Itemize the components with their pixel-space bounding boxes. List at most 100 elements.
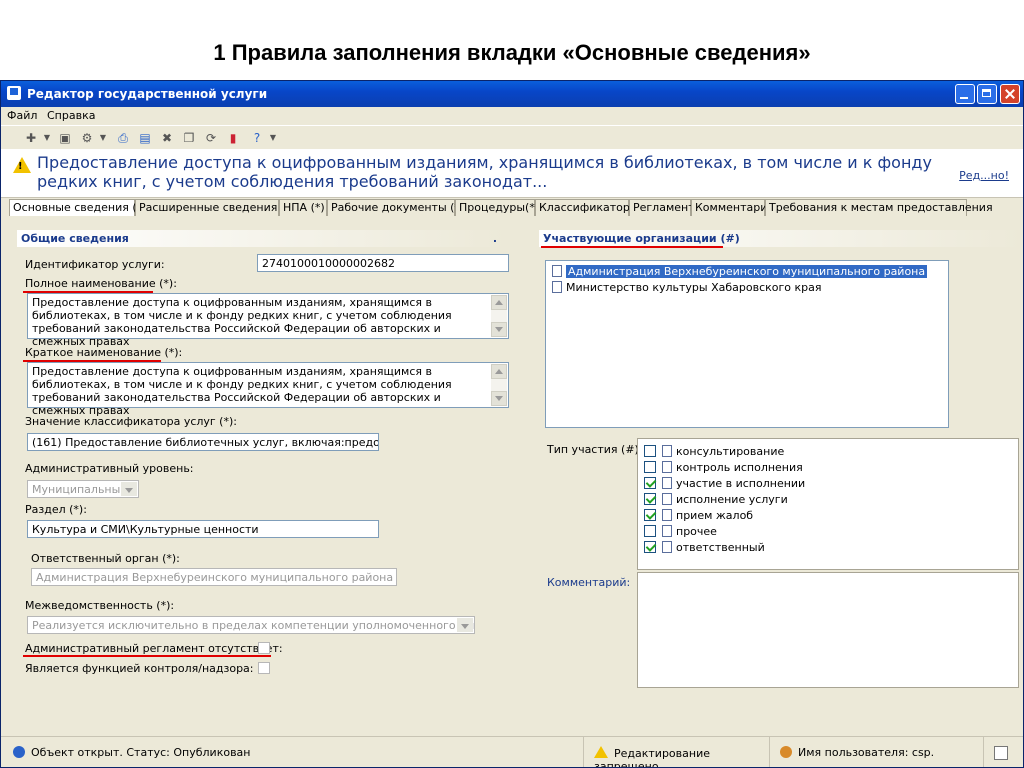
document-icon xyxy=(662,509,672,521)
admin-level-value: Муниципальный xyxy=(32,483,128,496)
tab-npa[interactable]: НПА (*) xyxy=(279,199,327,216)
participation-item[interactable]: исполнение услуги xyxy=(644,493,788,507)
form-body: Общие сведения . Идентификатор услуги: 2… xyxy=(1,216,1023,734)
app-icon xyxy=(7,86,21,100)
warning-icon xyxy=(594,746,608,758)
control-checkbox[interactable] xyxy=(258,662,270,674)
chevron-down-icon[interactable] xyxy=(457,618,473,632)
help-icon[interactable]: ? xyxy=(249,130,265,146)
participation-item[interactable]: прием жалоб xyxy=(644,509,753,523)
participation-item[interactable]: контроль исполнения xyxy=(644,461,803,475)
participation-item-label: исполнение услуги xyxy=(676,493,788,506)
participation-item[interactable]: ответственный xyxy=(644,541,765,555)
participation-item-label: участие в исполнении xyxy=(676,477,806,490)
org-item[interactable]: Администрация Верхнебуреинского муниципа… xyxy=(552,265,928,279)
full-name-scrollbar[interactable] xyxy=(491,295,507,337)
responsible-field[interactable]: Администрация Верхнебуреинского муниципа… xyxy=(31,568,397,586)
warning-mark: ! xyxy=(18,161,23,172)
checkbox[interactable] xyxy=(644,445,656,457)
chevron-down-icon[interactable] xyxy=(121,482,137,496)
tab-requirements[interactable]: Требования к местам предоставления xyxy=(765,199,993,216)
tab-basic[interactable]: Основные сведения (*) xyxy=(9,199,146,216)
status-user: Имя пользователя: csp. xyxy=(780,746,934,759)
save-icon[interactable]: ▣ xyxy=(57,130,73,146)
participation-item[interactable]: участие в исполнении xyxy=(644,477,805,491)
new-icon[interactable]: ✚ xyxy=(23,130,39,146)
short-name-scrollbar[interactable] xyxy=(491,364,507,406)
full-name-text: Предоставление доступа к оцифрованным из… xyxy=(32,296,452,348)
section-field-label: Раздел (*): xyxy=(25,503,87,516)
participation-item-label: контроль исполнения xyxy=(676,461,803,474)
status-edit-part: Редактирование запрещено xyxy=(583,737,770,768)
settings-dropdown-icon[interactable]: ▼ xyxy=(95,130,111,146)
service-title: Предоставление доступа к оцифрованным из… xyxy=(37,153,932,191)
full-name-label: Полное наименование (*): xyxy=(25,277,177,290)
org-item[interactable]: Министерство культуры Хабаровского края xyxy=(552,281,822,295)
tab-procedures[interactable]: Процедуры(*) xyxy=(455,199,539,216)
orgs-list[interactable]: Администрация Верхнебуреинского муниципа… xyxy=(545,260,949,428)
comment-label: Комментарий: xyxy=(547,576,631,589)
tab-classifiers[interactable]: Классификаторы xyxy=(535,199,639,216)
status-edit-text: Редактирование запрещено xyxy=(594,747,710,768)
reg-absent-label: Административный регламент отсутствует: xyxy=(25,642,283,655)
menu-help[interactable]: Справка xyxy=(47,109,95,122)
participation-item[interactable]: прочее xyxy=(644,525,717,539)
menu-file[interactable]: Файл xyxy=(7,109,37,122)
checkbox[interactable] xyxy=(644,477,656,489)
status-extra-part xyxy=(983,737,1023,767)
print-icon[interactable]: ⎙ xyxy=(115,130,131,146)
tab-extended[interactable]: Расширенные сведения (*) xyxy=(135,199,295,216)
delete-icon[interactable]: ✖ xyxy=(159,130,175,146)
service-id-label: Идентификатор услуги: xyxy=(25,258,165,271)
section-general-title: Общие сведения xyxy=(21,232,129,245)
window-titlebar[interactable]: Редактор государственной услуги xyxy=(1,81,1023,107)
admin-level-select[interactable]: Муниципальный xyxy=(27,480,139,498)
maximize-button[interactable] xyxy=(977,84,997,104)
tab-work-docs[interactable]: Рабочие документы (*) xyxy=(327,199,464,216)
preview-icon[interactable]: ▤ xyxy=(137,130,153,146)
tab-regulation[interactable]: Регламент xyxy=(629,199,695,216)
classifier-field[interactable]: (161) Предоставление библиотечных услуг,… xyxy=(27,433,379,451)
interdept-select[interactable]: Реализуется исключительно в пределах ком… xyxy=(27,616,475,634)
interdept-value: Реализуется исключительно в пределах ком… xyxy=(32,619,475,632)
short-name-textarea[interactable]: Предоставление доступа к оцифрованным из… xyxy=(27,362,509,417)
scroll-down-icon[interactable] xyxy=(491,391,507,406)
minimize-button[interactable] xyxy=(955,84,975,104)
statusbar: Объект открыт. Статус: Опубликован Редак… xyxy=(1,736,1023,768)
document-icon xyxy=(662,525,672,537)
menubar: Файл Справка xyxy=(1,107,1023,125)
org-item-label: Администрация Верхнебуреинского муниципа… xyxy=(566,265,928,278)
reg-absent-checkbox[interactable] xyxy=(258,642,270,654)
checkbox[interactable] xyxy=(644,493,656,505)
settings-icon[interactable]: ⚙ xyxy=(79,130,95,146)
checkbox[interactable] xyxy=(644,541,656,553)
scroll-up-icon[interactable] xyxy=(491,364,507,379)
refresh-icon[interactable]: ⟳ xyxy=(203,130,219,146)
org-item-label: Министерство культуры Хабаровского края xyxy=(566,281,822,294)
full-name-textarea[interactable]: Предоставление доступа к оцифрованным из… xyxy=(27,293,509,348)
resize-icon[interactable] xyxy=(994,746,1008,760)
checkbox[interactable] xyxy=(644,525,656,537)
document-icon xyxy=(662,461,672,473)
reg-absent-underline xyxy=(23,655,271,657)
section-field[interactable]: Культура и СМИ\Культурные ценности xyxy=(27,520,379,538)
edit-link[interactable]: Ред...но! xyxy=(959,169,1009,182)
participation-item[interactable]: консультирование xyxy=(644,445,784,459)
scroll-up-icon[interactable] xyxy=(491,295,507,310)
scroll-down-icon[interactable] xyxy=(491,322,507,337)
document-icon xyxy=(552,265,562,277)
comment-field[interactable] xyxy=(637,572,1019,688)
bookmark-icon[interactable]: ▮ xyxy=(225,130,241,146)
document-icon xyxy=(662,493,672,505)
info-icon xyxy=(13,746,25,758)
close-button[interactable] xyxy=(1000,84,1020,104)
service-id-field[interactable]: 2740100010000002682 xyxy=(257,254,509,272)
tab-comments[interactable]: Комментарии xyxy=(691,199,775,216)
help-dropdown-icon[interactable]: ▼ xyxy=(265,130,281,146)
copy-icon[interactable]: ❐ xyxy=(181,130,197,146)
checkbox[interactable] xyxy=(644,461,656,473)
status-user-text: Имя пользователя: csp. xyxy=(798,746,935,759)
status-user-part: Имя пользователя: csp. xyxy=(769,737,984,767)
new-dropdown-icon[interactable]: ▼ xyxy=(39,130,55,146)
checkbox[interactable] xyxy=(644,509,656,521)
